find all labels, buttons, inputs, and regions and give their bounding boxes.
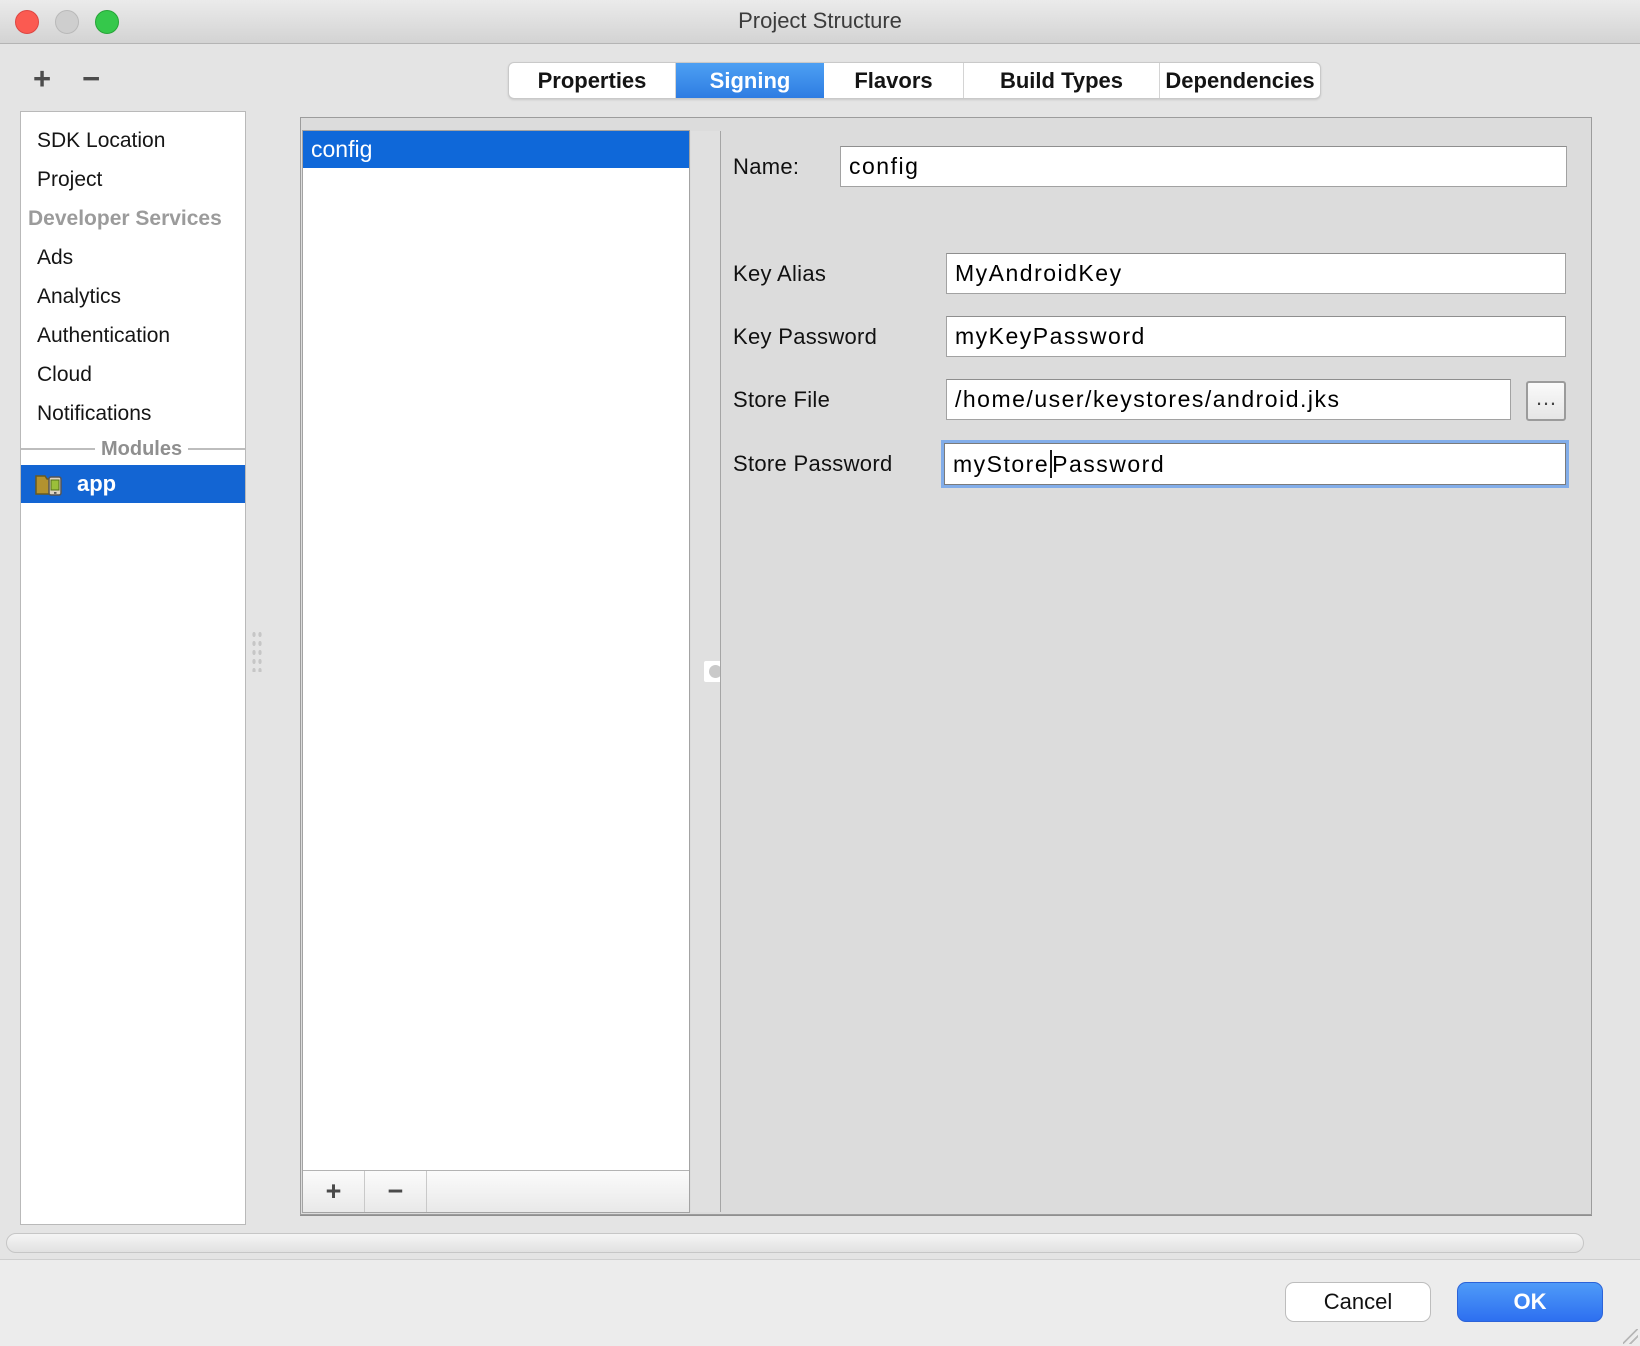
ok-button[interactable]: OK <box>1457 1282 1603 1322</box>
add-config-button[interactable]: + <box>303 1171 365 1212</box>
sidebar-item-analytics[interactable]: Analytics <box>21 277 245 316</box>
sidebar-item-ads[interactable]: Ads <box>21 238 245 277</box>
key-password-label: Key Password <box>733 316 877 358</box>
sidebar-item-notifications[interactable]: Notifications <box>21 394 245 433</box>
store-file-label: Store File <box>733 379 830 421</box>
config-list-toolbar: + − <box>303 1170 689 1212</box>
sidebar-item-project[interactable]: Project <box>21 160 245 199</box>
key-alias-input[interactable] <box>946 253 1566 294</box>
store-password-label: Store Password <box>733 443 893 485</box>
sidebar: SDK Location Project Developer Services … <box>20 111 246 1225</box>
tab-properties[interactable]: Properties <box>509 63 676 98</box>
tab-build-types[interactable]: Build Types <box>964 63 1160 98</box>
store-password-input[interactable]: myStore Password <box>944 443 1566 485</box>
sidebar-item-app-module[interactable]: app <box>21 465 245 503</box>
signing-config-list: config + − <box>302 130 690 1213</box>
tab-bar: Properties Signing Flavors Build Types D… <box>508 62 1321 99</box>
modules-separator: Modules <box>21 433 245 465</box>
list-item-config[interactable]: config <box>303 131 689 168</box>
title-bar: Project Structure <box>0 0 1640 44</box>
window-resize-grip[interactable] <box>1623 1329 1638 1344</box>
tab-signing[interactable]: Signing <box>676 63 824 98</box>
sidebar-item-authentication[interactable]: Authentication <box>21 316 245 355</box>
window-title: Project Structure <box>0 0 1640 44</box>
modules-header-label: Modules <box>101 438 182 461</box>
name-input[interactable] <box>840 146 1567 187</box>
store-password-text-after-caret: Password <box>1052 451 1165 478</box>
module-label: app <box>77 471 116 497</box>
separator-line <box>188 448 245 450</box>
sidebar-item-sdk-location[interactable]: SDK Location <box>21 121 245 160</box>
key-password-input[interactable] <box>946 316 1566 357</box>
store-file-input[interactable] <box>946 379 1511 420</box>
sidebar-add-icon[interactable]: + <box>33 64 51 94</box>
sidebar-remove-icon[interactable]: − <box>82 64 100 94</box>
tab-flavors[interactable]: Flavors <box>824 63 964 98</box>
status-bar <box>6 1233 1584 1253</box>
sidebar-item-cloud[interactable]: Cloud <box>21 355 245 394</box>
sidebar-drag-grip[interactable] <box>251 630 264 672</box>
cancel-button[interactable]: Cancel <box>1285 1282 1431 1322</box>
android-module-icon <box>35 471 67 497</box>
key-alias-label: Key Alias <box>733 253 826 295</box>
tab-dependencies[interactable]: Dependencies <box>1160 63 1320 98</box>
separator-line <box>21 448 95 450</box>
store-password-text-before-caret: myStore <box>953 451 1049 478</box>
browse-store-file-button[interactable]: … <box>1526 381 1566 421</box>
sidebar-header-developer-services: Developer Services <box>21 199 245 238</box>
remove-config-button[interactable]: − <box>365 1171 427 1212</box>
config-list-empty-area[interactable] <box>303 168 689 1170</box>
name-label: Name: <box>733 146 799 188</box>
